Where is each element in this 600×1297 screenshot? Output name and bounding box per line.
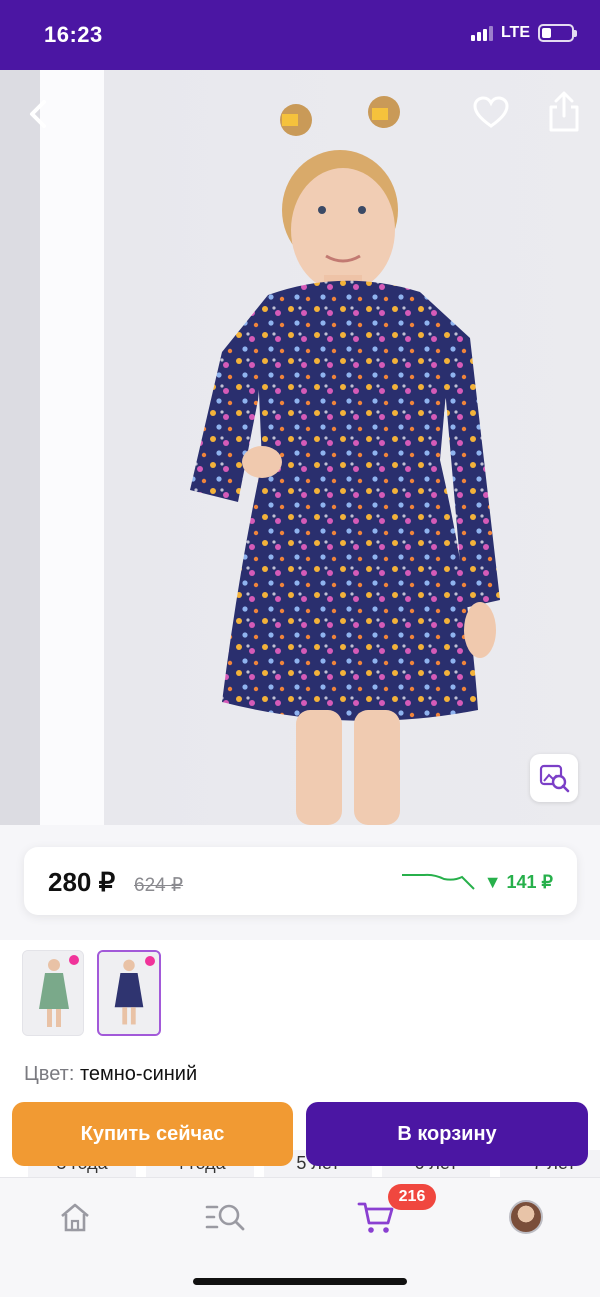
price-old: 624 ₽ [134, 875, 184, 896]
cart-count-badge: 216 [388, 1184, 436, 1210]
catalog-search-icon [205, 1204, 245, 1231]
color-info: Цвет: темно-синий [24, 1063, 197, 1086]
price-history-sparkline [402, 873, 475, 890]
home-indicator [193, 1278, 407, 1285]
price-card[interactable]: 280 ₽ 624 ₽ ▼ 141 ₽ [24, 847, 577, 915]
back-icon[interactable] [20, 94, 60, 134]
color-variant-green[interactable] [22, 950, 84, 1036]
product-photo [190, 96, 500, 825]
product-image[interactable] [0, 70, 600, 825]
bottom-nav: 216 [0, 1177, 600, 1297]
status-indicators: LTE [470, 24, 577, 42]
nav-home[interactable] [51, 1196, 99, 1238]
home-icon [61, 1203, 89, 1232]
nav-profile[interactable] [502, 1196, 550, 1238]
visual-search-icon [539, 764, 570, 793]
nav-catalog[interactable] [201, 1196, 249, 1238]
color-label: Цвет: [24, 1063, 75, 1085]
price-section: 280 ₽ 624 ₽ ▼ 141 ₽ [0, 825, 600, 940]
variant-badge [145, 956, 155, 966]
battery-icon [538, 24, 577, 42]
status-bar: 16:23 LTE [0, 0, 600, 70]
color-value: темно-синий [79, 1063, 198, 1085]
heart-icon[interactable] [470, 92, 512, 134]
status-time: 16:23 [44, 22, 103, 47]
buy-now-button[interactable]: Купить сейчас [12, 1102, 293, 1166]
color-variants [0, 940, 600, 1050]
battery-fill [542, 28, 551, 38]
variant-badge [69, 955, 79, 965]
price-current: 280 ₽ [48, 867, 116, 897]
add-to-cart-button[interactable]: В корзину [306, 1102, 588, 1166]
price-drop: ▼ 141 ₽ [483, 872, 553, 892]
color-variant-navy[interactable] [97, 950, 161, 1036]
network-type: LTE [500, 24, 530, 41]
share-icon[interactable] [544, 90, 584, 134]
visual-search-button[interactable] [530, 754, 578, 802]
signal-icon [470, 25, 493, 41]
avatar [509, 1200, 543, 1234]
